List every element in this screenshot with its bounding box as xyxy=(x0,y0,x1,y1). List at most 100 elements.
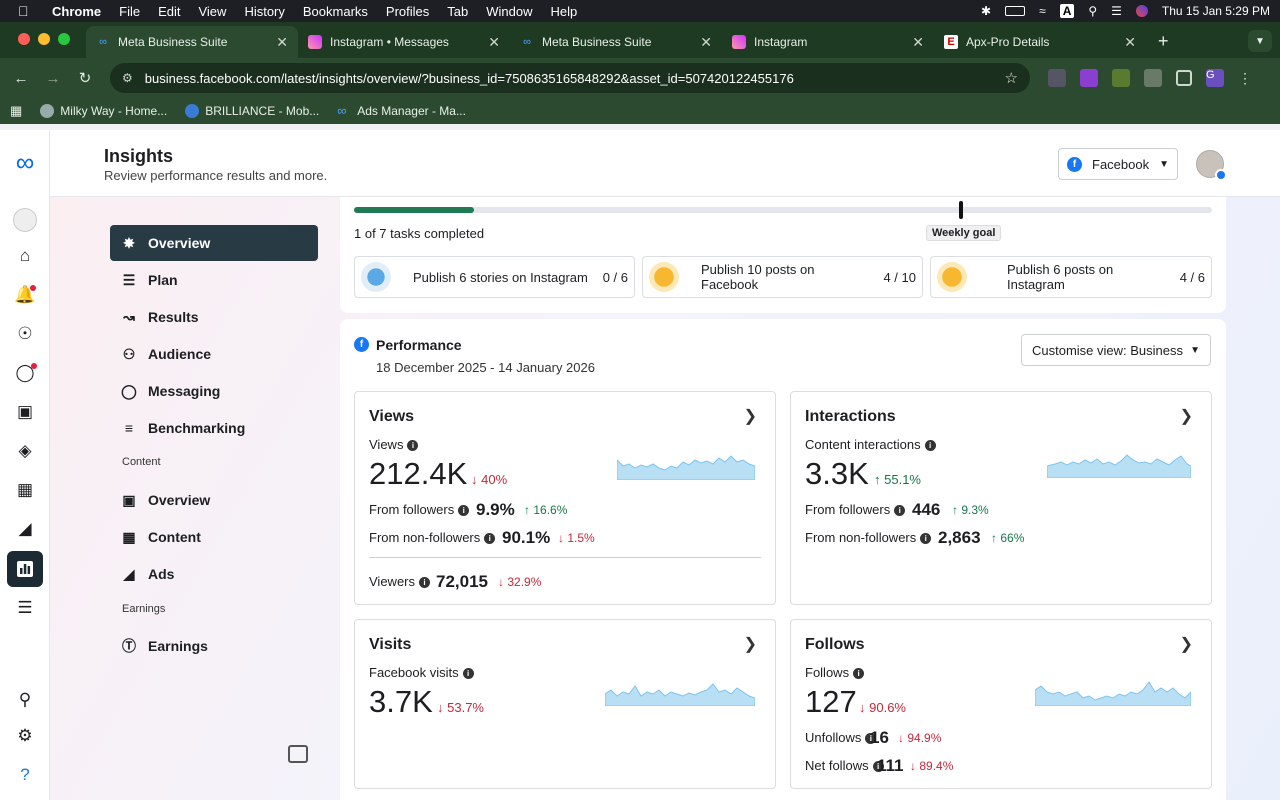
back-icon[interactable]: ← xyxy=(8,70,34,87)
menu-view[interactable]: View xyxy=(198,4,226,19)
apple-icon[interactable]:  xyxy=(18,3,36,19)
input-source-icon[interactable]: A xyxy=(1059,4,1075,18)
clock[interactable]: Thu 15 Jan 5:29 PM xyxy=(1162,4,1270,18)
url-text[interactable]: business.facebook.com/latest/insights/ov… xyxy=(145,71,1005,86)
tab-meta-business-suite[interactable]: ∞ Meta Business Suite ✕ xyxy=(86,26,298,58)
reload-icon[interactable]: ↻ xyxy=(72,69,98,87)
meta-logo-icon[interactable]: ∞ xyxy=(13,147,37,177)
menu-help[interactable]: Help xyxy=(551,4,578,19)
close-tab-icon[interactable]: ✕ xyxy=(700,34,712,51)
chevron-right-icon[interactable]: ❯ xyxy=(744,406,757,426)
follows-card[interactable]: Follows ❯ Follows i 127 ↓ 90.6% Unfollows… xyxy=(790,619,1212,789)
close-tab-icon[interactable]: ✕ xyxy=(912,34,924,51)
settings-gear-icon[interactable]: ⚙ xyxy=(13,724,37,748)
tab-instagram[interactable]: Instagram ✕ xyxy=(722,26,934,58)
insights-bar-chart-icon[interactable] xyxy=(7,551,43,587)
chrome-menu-icon[interactable]: ⋮ xyxy=(1238,69,1252,87)
nav-messaging[interactable]: ◯ Messaging xyxy=(110,373,318,409)
nav-plan[interactable]: ☰ Plan xyxy=(110,262,318,298)
battery-icon[interactable] xyxy=(1005,6,1026,16)
nav-content-overview[interactable]: ▣ Overview xyxy=(110,482,318,518)
bluetooth-icon[interactable]: ✱ xyxy=(981,4,991,18)
extension-devtools-icon[interactable] xyxy=(1048,69,1066,87)
compass-icon[interactable]: ☉ xyxy=(13,322,37,346)
task-card-instagram-posts[interactable]: Publish 6 posts on Instagram 4 / 6 xyxy=(930,256,1212,298)
siri-icon[interactable] xyxy=(1135,5,1148,17)
all-tools-menu-icon[interactable]: ☰ xyxy=(13,596,37,620)
nav-audience[interactable]: ⚇ Audience xyxy=(110,336,318,372)
control-center-icon[interactable]: ☰ xyxy=(1111,4,1122,18)
zoom-window-button[interactable] xyxy=(58,33,70,45)
home-icon[interactable]: ⌂ xyxy=(13,244,37,268)
bookmark-milky-way[interactable]: Milky Way - Home... xyxy=(40,104,167,118)
tab-search-icon[interactable]: ▼ xyxy=(1248,30,1272,52)
info-icon[interactable]: i xyxy=(853,668,865,679)
extension-camera-icon[interactable] xyxy=(1144,69,1162,87)
menu-app-name[interactable]: Chrome xyxy=(52,4,101,19)
customise-view-select[interactable]: Customise view: Business ▼ xyxy=(1021,334,1211,366)
menu-bookmarks[interactable]: Bookmarks xyxy=(303,4,368,19)
bookmark-star-icon[interactable]: ☆ xyxy=(1005,69,1018,87)
visits-card[interactable]: Visits ❯ Facebook visits i 3.7K ↓ 53.7% xyxy=(354,619,776,789)
nav-results[interactable]: ↝ Results xyxy=(110,299,318,335)
task-card-facebook-posts[interactable]: Publish 10 posts on Facebook 4 / 10 xyxy=(642,256,923,298)
nav-overview[interactable]: ✸ Overview xyxy=(110,225,318,261)
ads-megaphone-icon[interactable]: ◢ xyxy=(13,517,37,541)
extension-cart-icon[interactable] xyxy=(1112,69,1130,87)
account-avatar-icon[interactable] xyxy=(13,208,37,232)
nav-earnings[interactable]: Ⓣ Earnings xyxy=(110,628,318,664)
close-tab-icon[interactable]: ✕ xyxy=(276,34,288,51)
close-tab-icon[interactable]: ✕ xyxy=(488,34,500,51)
wifi-icon[interactable]: ≈ xyxy=(1039,4,1046,18)
page-avatar[interactable] xyxy=(1196,150,1227,181)
profile-avatar[interactable]: G xyxy=(1206,69,1224,87)
extensions-puzzle-icon[interactable] xyxy=(1176,70,1192,86)
menu-file[interactable]: File xyxy=(119,4,140,19)
info-icon[interactable]: i xyxy=(458,505,470,516)
planner-grid-icon[interactable]: ▦ xyxy=(13,478,37,502)
menu-window[interactable]: Window xyxy=(486,4,532,19)
nav-label: Earnings xyxy=(148,638,208,654)
address-bar[interactable]: ⚙ business.facebook.com/latest/insights/… xyxy=(110,63,1030,93)
info-icon[interactable]: i xyxy=(407,440,419,451)
apps-grid-icon[interactable]: ▦ xyxy=(10,103,22,119)
info-icon[interactable]: i xyxy=(920,533,932,544)
chevron-right-icon[interactable]: ❯ xyxy=(1180,634,1193,654)
bookmark-ads-manager[interactable]: ∞ Ads Manager - Ma... xyxy=(337,104,466,119)
nav-content[interactable]: ▦ Content xyxy=(110,519,318,555)
minimize-window-button[interactable] xyxy=(38,33,50,45)
new-tab-icon[interactable]: + xyxy=(1146,31,1181,58)
site-info-icon[interactable]: ⚙ xyxy=(122,71,133,85)
tab-instagram-messages[interactable]: Instagram • Messages ✕ xyxy=(298,26,510,58)
views-card[interactable]: Views ❯ Views i 212.4K ↓ 40% From followe… xyxy=(354,391,776,605)
info-icon[interactable]: i xyxy=(419,577,431,588)
tags-icon[interactable]: ◈ xyxy=(13,439,37,463)
extension-download-icon[interactable] xyxy=(1080,69,1098,87)
info-icon[interactable]: i xyxy=(924,440,936,451)
info-icon[interactable]: i xyxy=(484,533,496,544)
forward-icon[interactable]: → xyxy=(40,70,66,87)
info-icon[interactable]: i xyxy=(894,505,906,516)
platform-select[interactable]: f Facebook ▼ xyxy=(1058,148,1178,180)
info-icon[interactable]: i xyxy=(462,668,474,679)
chevron-right-icon[interactable]: ❯ xyxy=(1180,406,1193,426)
close-tab-icon[interactable]: ✕ xyxy=(1124,34,1136,51)
menu-tab[interactable]: Tab xyxy=(447,4,468,19)
search-icon[interactable]: ⚲ xyxy=(13,688,37,712)
close-window-button[interactable] xyxy=(18,33,30,45)
menu-history[interactable]: History xyxy=(244,4,284,19)
tab-apx-pro[interactable]: E Apx-Pro Details ✕ xyxy=(934,26,1146,58)
interactions-card[interactable]: Interactions ❯ Content interactions i 3.3… xyxy=(790,391,1212,605)
nav-ads[interactable]: ◢ Ads xyxy=(110,556,318,592)
nav-benchmarking[interactable]: ≡ Benchmarking xyxy=(110,410,318,446)
tab-meta-business-suite-2[interactable]: ∞ Meta Business Suite ✕ xyxy=(510,26,722,58)
menu-profiles[interactable]: Profiles xyxy=(386,4,429,19)
bookmark-brilliance[interactable]: BRILLIANCE - Mob... xyxy=(185,104,319,118)
collapse-sidebar-icon[interactable] xyxy=(288,745,308,763)
chevron-right-icon[interactable]: ❯ xyxy=(744,634,757,654)
task-card-instagram-stories[interactable]: Publish 6 stories on Instagram 0 / 6 xyxy=(354,256,635,298)
content-library-icon[interactable]: ▣ xyxy=(13,400,37,424)
spotlight-icon[interactable]: ⚲ xyxy=(1088,4,1097,18)
help-icon[interactable]: ? xyxy=(13,763,37,787)
menu-edit[interactable]: Edit xyxy=(158,4,180,19)
